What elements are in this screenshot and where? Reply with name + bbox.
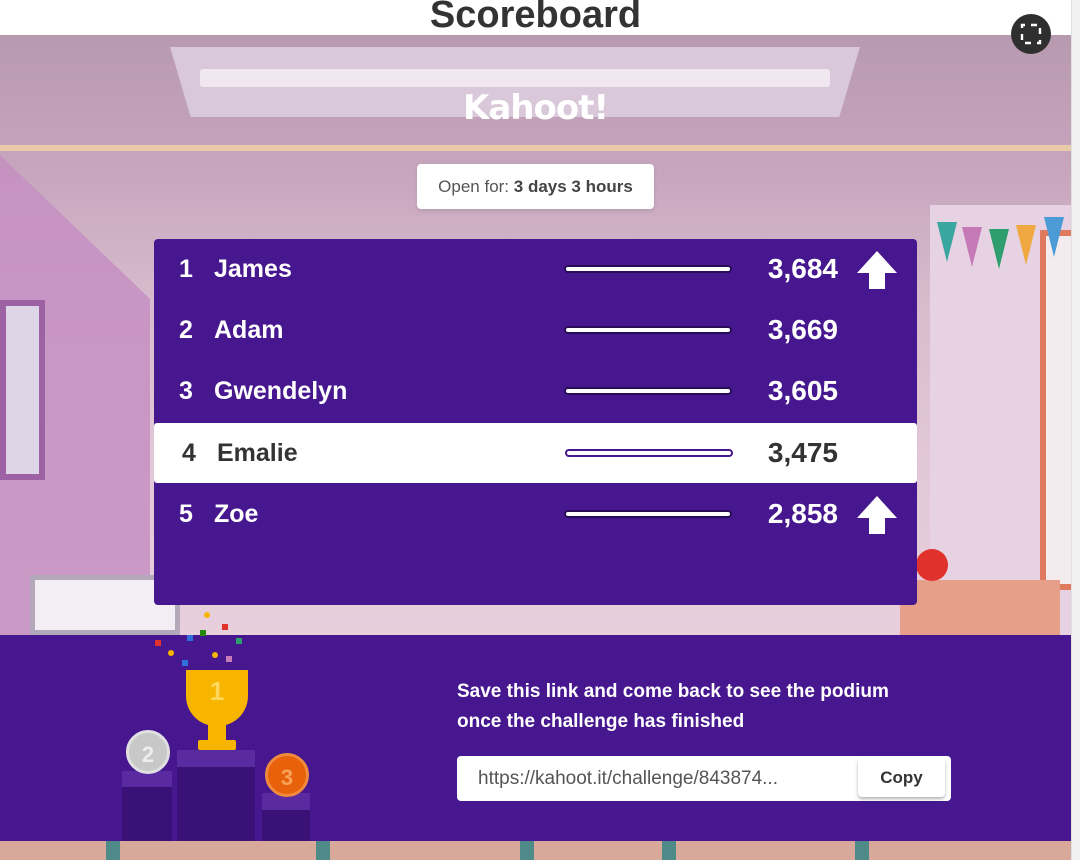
confetti xyxy=(187,635,193,641)
floor-post xyxy=(106,841,120,860)
silver-medal-icon: 2 xyxy=(126,730,170,774)
save-link-message: Save this link and come back to see the … xyxy=(457,681,889,732)
player-rank: 2 xyxy=(179,316,193,344)
confetti xyxy=(236,638,242,644)
player-row: 3 Gwendelyn 3,605 xyxy=(154,361,917,421)
left-window xyxy=(0,300,45,480)
podium-first xyxy=(177,765,255,841)
desk xyxy=(900,580,1060,635)
confetti xyxy=(226,656,232,662)
player-row: 2 Adam 3,669 xyxy=(154,300,917,360)
player-name: Gwendelyn xyxy=(214,377,348,405)
trophy-base xyxy=(198,740,236,750)
confetti xyxy=(204,612,210,618)
up-arrow-icon xyxy=(857,496,897,534)
fullscreen-icon[interactable] xyxy=(1011,14,1051,54)
score-bar xyxy=(564,326,732,334)
player-name: James xyxy=(214,255,292,283)
floor-post xyxy=(520,841,534,860)
share-link-field[interactable]: https://kahoot.it/challenge/843874... Co… xyxy=(457,756,951,801)
player-score: 3,669 xyxy=(767,314,838,345)
open-for-value: 3 days 3 hours xyxy=(513,177,633,196)
trophy-number: 1 xyxy=(209,676,225,706)
player-rank: 3 xyxy=(179,377,193,405)
bronze-medal-icon: 3 xyxy=(265,753,309,797)
player-score: 3,475 xyxy=(767,437,838,468)
player-name: Adam xyxy=(214,316,284,344)
floor-post xyxy=(662,841,676,860)
floor xyxy=(0,841,1071,860)
player-row: 5 Zoe 2,858 xyxy=(154,484,917,544)
player-name: Emalie xyxy=(217,439,298,467)
player-name: Zoe xyxy=(214,500,259,528)
share-link-text[interactable]: https://kahoot.it/challenge/843874... xyxy=(478,756,858,801)
open-for-badge: Open for: 3 days 3 hours xyxy=(417,164,654,209)
scrollbar[interactable] xyxy=(1071,0,1080,860)
apple-icon xyxy=(916,549,948,581)
floor-post xyxy=(316,841,330,860)
kahoot-logo: Kahoot! xyxy=(463,88,609,128)
confetti xyxy=(212,652,218,658)
ceiling-edge xyxy=(0,145,1071,151)
podium-second xyxy=(122,785,172,841)
player-rank: 5 xyxy=(179,500,193,528)
score-bar xyxy=(564,387,732,395)
confetti xyxy=(200,630,206,636)
confetti xyxy=(182,660,188,666)
podium-third xyxy=(262,808,310,841)
confetti xyxy=(168,650,174,656)
confetti xyxy=(155,640,161,646)
player-rank: 1 xyxy=(179,255,193,283)
player-row: 1 James 3,684 xyxy=(154,239,917,299)
score-bar xyxy=(565,449,733,457)
floor-post xyxy=(855,841,869,860)
player-score: 2,858 xyxy=(767,498,838,529)
page-title: Scoreboard xyxy=(0,0,1071,35)
copy-button[interactable]: Copy xyxy=(858,758,945,797)
confetti xyxy=(222,624,228,630)
player-score: 3,684 xyxy=(767,253,838,284)
open-for-label: Open for: xyxy=(438,177,510,196)
player-rank: 4 xyxy=(182,439,196,467)
player-score: 3,605 xyxy=(767,375,838,406)
player-row-current: 4 Emalie 3,475 xyxy=(154,423,917,483)
scoreboard: 1 James 3,684 2 Adam 3,669 3 Gwendelyn 3,605 4 Ema… xyxy=(154,239,917,605)
up-arrow-icon xyxy=(857,251,897,289)
score-bar xyxy=(564,510,732,518)
right-window xyxy=(1040,230,1071,590)
score-bar xyxy=(564,265,732,273)
podium-first-top xyxy=(177,750,255,767)
